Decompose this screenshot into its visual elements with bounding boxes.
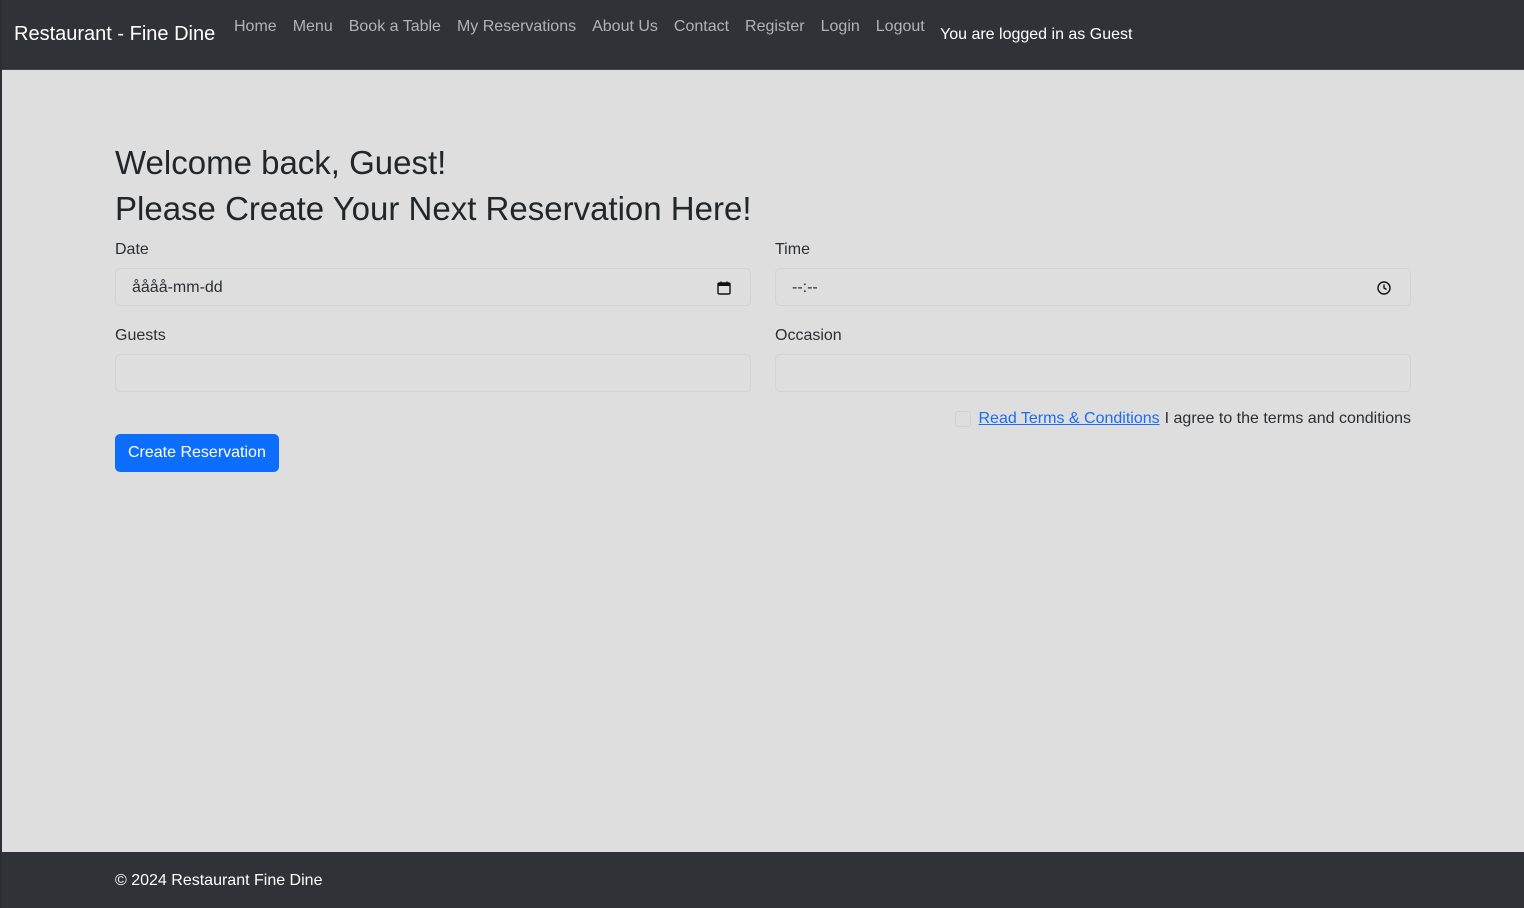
- reservation-heading: Please Create Your Next Reservation Here…: [115, 190, 752, 227]
- create-reservation-button[interactable]: Create Reservation: [115, 434, 279, 472]
- guests-field-group: Guests: [115, 326, 751, 392]
- time-field-group: Time --:--: [775, 240, 1411, 306]
- nav-link-login[interactable]: Login: [813, 17, 868, 37]
- calendar-icon[interactable]: [716, 280, 732, 296]
- footer-copyright: © 2024 Restaurant Fine Dine: [115, 872, 323, 889]
- welcome-heading: Welcome back, Guest!: [115, 144, 447, 181]
- terms-text: I agree to the terms and conditions: [1164, 410, 1411, 427]
- reservation-form: Date åååå-mm-dd Time --:-- Guests Occasi…: [115, 240, 1411, 472]
- terms-checkbox[interactable]: [954, 411, 971, 427]
- footer: © 2024 Restaurant Fine Dine: [2, 852, 1524, 908]
- nav-link-menu[interactable]: Menu: [285, 17, 341, 37]
- login-status: You are logged in as Guest: [940, 26, 1133, 43]
- form-row-date-time: Date åååå-mm-dd Time --:--: [115, 240, 1411, 326]
- time-label: Time: [775, 241, 810, 258]
- window-edge: [0, 0, 2, 908]
- time-input-value: --:--: [792, 279, 818, 296]
- nav-link-home[interactable]: Home: [226, 17, 285, 37]
- nav-link-logout[interactable]: Logout: [868, 17, 933, 37]
- reservation-section: Welcome back, Guest! Please Create Your …: [115, 140, 1411, 472]
- nav-link-book-table[interactable]: Book a Table: [341, 17, 449, 37]
- nav-link-my-reservations[interactable]: My Reservations: [449, 17, 584, 37]
- time-input[interactable]: --:--: [775, 268, 1411, 306]
- date-label: Date: [115, 241, 149, 258]
- navbar: Restaurant - Fine Dine Home Menu Book a …: [2, 0, 1524, 70]
- terms-agreement: Read Terms & Conditions I agree to the t…: [954, 410, 1411, 428]
- terms-link[interactable]: Read Terms & Conditions: [979, 410, 1160, 428]
- occasion-field-group: Occasion: [775, 326, 1411, 392]
- guests-label: Guests: [115, 327, 166, 344]
- brand-link[interactable]: Restaurant - Fine Dine: [14, 23, 215, 46]
- nav-link-contact[interactable]: Contact: [666, 17, 737, 37]
- clock-icon[interactable]: [1376, 280, 1392, 296]
- occasion-label: Occasion: [775, 327, 842, 344]
- form-row-guests-occasion: Guests Occasion: [115, 326, 1411, 412]
- nav-link-register[interactable]: Register: [737, 17, 813, 37]
- nav-links: Home Menu Book a Table My Reservations A…: [226, 17, 933, 37]
- date-field-group: Date åååå-mm-dd: [115, 240, 751, 306]
- date-input-value: åååå-mm-dd: [132, 279, 223, 296]
- date-input[interactable]: åååå-mm-dd: [115, 268, 751, 306]
- nav-link-about[interactable]: About Us: [584, 17, 666, 37]
- guests-input[interactable]: [115, 354, 751, 392]
- occasion-input[interactable]: [775, 354, 1411, 392]
